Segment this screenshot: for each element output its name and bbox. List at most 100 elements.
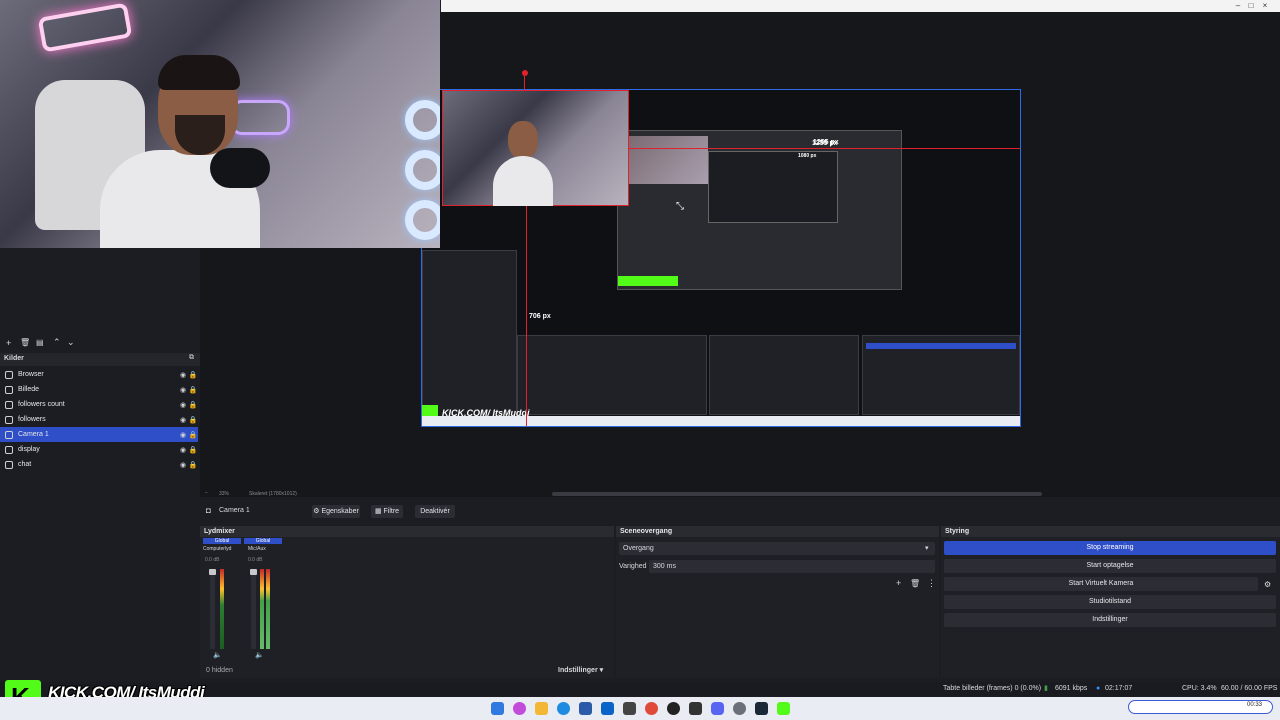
zoom-out-icon[interactable]: − (205, 490, 208, 496)
add-transition-icon[interactable]: + (896, 578, 901, 588)
preview-scrollbar[interactable] (552, 492, 1042, 496)
signal-icon: ▮ (1044, 685, 1048, 692)
eye-icon[interactable]: ◉ (178, 371, 188, 379)
control-button[interactable]: Indstillinger (944, 613, 1276, 627)
maximize-button[interactable]: □ (1244, 0, 1258, 12)
eye-icon[interactable]: ◉ (178, 386, 188, 394)
camera-person-body (493, 156, 553, 206)
store-icon[interactable] (579, 702, 592, 715)
source-type-icon (5, 400, 13, 409)
source-item[interactable]: followers ◉ 🔒 (0, 412, 198, 427)
control-button[interactable]: Stop streaming (944, 541, 1276, 555)
control-button[interactable]: Start optagelse (944, 559, 1276, 573)
channel-1-fader[interactable] (209, 569, 216, 649)
move-down-icon[interactable]: ⌄ (67, 337, 75, 348)
app-icon[interactable] (689, 702, 702, 715)
control-button[interactable]: Studiotilstand (944, 595, 1276, 609)
copilot-icon[interactable] (513, 702, 526, 715)
lock-icon[interactable]: 🔒 (188, 446, 198, 454)
file-explorer-icon[interactable] (535, 702, 548, 715)
obs-icon[interactable] (667, 702, 680, 715)
add-source-icon[interactable]: + (6, 338, 11, 348)
channel-2-name[interactable]: Mic/Aux (248, 546, 266, 552)
chevron-down-icon: ▾ (925, 545, 929, 552)
eye-icon[interactable]: ◉ (178, 446, 188, 454)
control-button[interactable]: Start Virtuelt Kamera (944, 577, 1258, 591)
properties-label: Egenskaber (321, 508, 359, 515)
cpu-usage: CPU: 3.4% (1182, 685, 1217, 692)
source-label: chat (18, 461, 32, 468)
eye-icon[interactable]: ◉ (178, 401, 188, 409)
properties-button[interactable]: ⚙ Egenskaber (312, 505, 360, 518)
channel-2-fader-handle[interactable] (250, 569, 257, 575)
rotate-handle[interactable] (522, 70, 528, 76)
filters-button[interactable]: ▦ Filtre (371, 505, 403, 518)
channel-1-name[interactable]: Computerlyd (203, 546, 231, 552)
nested-transition-panel (709, 335, 859, 415)
channel-1-meter (220, 569, 224, 649)
lock-icon[interactable]: 🔒 (188, 431, 198, 439)
lock-icon[interactable]: 🔒 (188, 371, 198, 379)
source-item[interactable]: Camera 1 ◉ 🔒 (0, 427, 198, 442)
source-item[interactable]: Billede ◉ 🔒 (0, 382, 198, 397)
remove-source-icon[interactable]: 🗑 (20, 338, 30, 347)
preview-canvas[interactable]: 1255 px 1080 px KICK.COM/ ItsMuddi 1255 … (421, 89, 1021, 427)
lock-icon[interactable]: 🔒 (188, 386, 198, 394)
clock: 00:33 (1247, 702, 1263, 708)
eye-icon[interactable]: ◉ (178, 461, 188, 469)
lock-icon[interactable]: 🔒 (188, 461, 198, 469)
source-item[interactable]: chat ◉ 🔒 (0, 457, 198, 472)
channel-2-scope: Global (244, 538, 282, 544)
minimize-button[interactable]: – (1231, 0, 1245, 12)
eye-icon[interactable]: ◉ (178, 416, 188, 424)
transition-select[interactable]: Overgang ▾ (619, 542, 935, 555)
virtual-camera-settings-icon[interactable]: ⚙ (1264, 580, 1271, 589)
webcam-overlay (0, 0, 440, 248)
transition-value: Overgang (623, 545, 654, 552)
transition-menu-icon[interactable]: ⋮ (927, 578, 936, 589)
remove-transition-icon[interactable]: 🗑 (910, 579, 920, 588)
mixer-settings-button[interactable]: Indstillinger ▾ (558, 666, 603, 674)
dropped-frames: Tabte billeder (frames) 0 (0.0%) (943, 685, 1042, 692)
selected-camera-source[interactable] (442, 90, 629, 206)
sources-title: Kilder (4, 355, 24, 362)
discord-icon[interactable] (711, 702, 724, 715)
channel-2-mute-icon[interactable]: 🔈 (255, 651, 264, 659)
channel-2-meter-r (266, 569, 270, 649)
source-properties-icon[interactable]: ▤ (36, 338, 44, 347)
person-hair (158, 55, 240, 90)
edge-icon[interactable] (557, 702, 570, 715)
microphone (210, 148, 270, 188)
rotate-handle-line (524, 76, 525, 90)
kick-app-icon[interactable] (777, 702, 790, 715)
steam-icon[interactable] (755, 702, 768, 715)
duration-input[interactable]: 300 ms (649, 560, 935, 573)
guide-vertical-label: 706 px (529, 313, 551, 320)
channel-1-mute-icon[interactable]: 🔈 (213, 651, 222, 659)
system-tray[interactable]: 00:33 (1128, 700, 1273, 714)
eye-icon[interactable]: ◉ (178, 431, 188, 439)
close-button[interactable]: × (1258, 0, 1272, 12)
deactivate-button[interactable]: Deaktivér (415, 505, 455, 518)
source-label: followers (18, 416, 46, 423)
start-icon[interactable] (491, 702, 504, 715)
source-label: followers count (18, 401, 65, 408)
source-item[interactable]: display ◉ 🔒 (0, 442, 198, 457)
source-item[interactable]: followers count ◉ 🔒 (0, 397, 198, 412)
filters-label: Filtre (383, 508, 400, 515)
channel-2-fader[interactable] (250, 569, 257, 649)
dock-float-icon[interactable]: ⧉ (189, 354, 194, 362)
calculator-icon[interactable] (623, 702, 636, 715)
transitions-dock: Sceneovergang Overgang ▾ Varighed 300 ms … (616, 526, 939, 678)
chrome-icon[interactable] (645, 702, 658, 715)
lock-icon[interactable]: 🔒 (188, 416, 198, 424)
lock-icon[interactable]: 🔒 (188, 401, 198, 409)
move-up-icon[interactable]: ⌃ (53, 337, 61, 348)
outlook-icon[interactable] (601, 702, 614, 715)
source-item[interactable]: Browser ◉ 🔒 (0, 367, 198, 382)
selected-source-name: Camera 1 (219, 507, 250, 514)
channel-1-db: 0.0 dB (205, 557, 220, 563)
settings-icon[interactable] (733, 702, 746, 715)
nested-webcam (628, 136, 708, 184)
channel-1-fader-handle[interactable] (209, 569, 216, 575)
